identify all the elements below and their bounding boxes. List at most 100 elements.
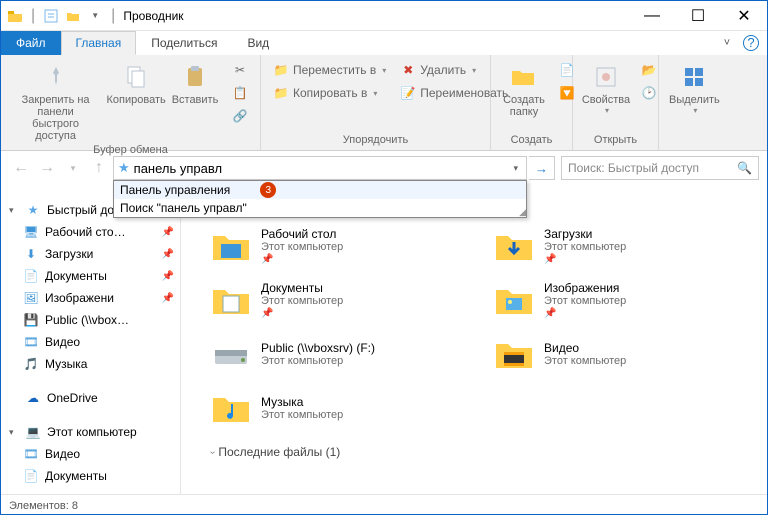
copy-icon — [120, 61, 152, 93]
search-placeholder: Поиск: Быстрый доступ — [568, 161, 699, 175]
address-input[interactable] — [134, 161, 510, 176]
maximize-button[interactable]: ☐ — [675, 1, 721, 31]
address-dropdown-icon[interactable]: ▾ — [509, 163, 522, 174]
onedrive-icon: ☁ — [25, 390, 41, 406]
status-text: Элементов: 8 — [9, 500, 78, 512]
pc-icon: 💻 — [25, 424, 41, 440]
titlebar: | ▼ | Проводник — ☐ ✕ — [1, 1, 767, 31]
pin-icon: 📌 — [162, 293, 174, 304]
netdrive-icon: 💾 — [23, 312, 39, 328]
cut-button[interactable]: ✂ — [226, 59, 254, 81]
video-icon: 🎞 — [23, 334, 39, 350]
pin-quickaccess-button[interactable]: Закрепить на панели быстрого доступа — [7, 59, 104, 144]
music-icon: 🎵 — [23, 356, 39, 372]
recent-files-header[interactable]: › Последние файлы (1) — [211, 445, 757, 459]
copy-button[interactable]: Копировать — [106, 59, 166, 144]
folder-grid: Рабочий столЭтот компьютер📌 ЗагрузкиЭтот… — [211, 221, 757, 433]
copyto-button[interactable]: 📁Копировать в▾ — [267, 82, 392, 104]
group-organize-label: Упорядочить — [267, 134, 484, 148]
ribbon-collapse-icon[interactable]: ˅ — [715, 31, 739, 55]
qat-properties-icon[interactable] — [41, 6, 61, 26]
select-icon — [678, 61, 710, 93]
qat-separator-2: | — [111, 7, 115, 25]
star-icon: ★ — [25, 202, 41, 218]
folder-item-netdrive[interactable]: Public (\\vboxsrv) (F:)Этот компьютер — [211, 329, 474, 379]
sidebar-pc-documents[interactable]: 📄Документы — [1, 465, 180, 487]
main: ▾ ★ Быстрый досту 🖥Рабочий сто…📌 ⬇Загруз… — [1, 185, 767, 494]
folder-item-desktop[interactable]: Рабочий столЭтот компьютер📌 — [211, 221, 474, 271]
sidebar-item-netdrive[interactable]: 💾Public (\\vbox… — [1, 309, 180, 331]
sidebar-onedrive[interactable]: ▸☁OneDrive — [1, 387, 180, 409]
folder-icon — [494, 226, 534, 266]
paste-shortcut-button[interactable]: 🔗 — [226, 105, 254, 127]
group-open-label: Открыть — [579, 134, 652, 148]
ribbon: Закрепить на панели быстрого доступа Коп… — [1, 55, 767, 151]
suggestion-item[interactable]: Панель управления 3 — [114, 181, 526, 199]
go-button[interactable]: → — [529, 156, 555, 180]
content-area: Рабочий столЭтот компьютер📌 ЗагрузкиЭтот… — [181, 185, 767, 494]
pin-icon — [40, 61, 72, 93]
sidebar-item-desktop[interactable]: 🖥Рабочий сто…📌 — [1, 221, 180, 243]
minimize-button[interactable]: — — [629, 1, 675, 31]
properties-icon — [590, 61, 622, 93]
folder-item-pictures[interactable]: ИзображенияЭтот компьютер📌 — [494, 275, 757, 325]
sidebar-item-pictures[interactable]: 🖼Изображени📌 — [1, 287, 180, 309]
rename-icon: 📝 — [400, 85, 416, 101]
explorer-icon — [5, 6, 25, 26]
quickaccess-glyph-icon: ★ — [118, 160, 130, 176]
folder-icon — [211, 226, 251, 266]
pin-icon: 📌 — [544, 254, 626, 265]
documents-icon: 📄 — [23, 468, 39, 484]
resize-grip-icon[interactable]: ◢ — [519, 207, 526, 218]
chevron-right-icon: › — [207, 450, 218, 453]
video-icon: 🎞 — [23, 446, 39, 462]
pin-icon: 📌 — [261, 254, 343, 265]
ribbon-tabs: Файл Главная Поделиться Вид ˅ ? — [1, 31, 767, 55]
open-icon: 📂 — [641, 62, 657, 78]
group-clipboard-label: Буфер обмена — [7, 144, 254, 156]
back-button[interactable]: ← — [9, 156, 33, 180]
close-button[interactable]: ✕ — [721, 1, 767, 31]
chevron-down-icon: ▾ — [9, 427, 19, 438]
folder-item-documents[interactable]: ДокументыЭтот компьютер📌 — [211, 275, 474, 325]
suggestion-item[interactable]: Поиск "панель управл" — [114, 199, 526, 217]
sidebar-item-downloads[interactable]: ⬇Загрузки📌 — [1, 243, 180, 265]
qat-newfolder-icon[interactable] — [63, 6, 83, 26]
downloads-icon: ⬇ — [23, 246, 39, 262]
shortcut-icon: 🔗 — [232, 108, 248, 124]
tab-home[interactable]: Главная — [61, 31, 137, 55]
folder-item-music[interactable]: МузыкаЭтот компьютер — [211, 383, 474, 433]
sidebar-item-video[interactable]: 🎞Видео — [1, 331, 180, 353]
folder-item-downloads[interactable]: ЗагрузкиЭтот компьютер📌 — [494, 221, 757, 271]
forward-button[interactable]: → — [35, 156, 59, 180]
up-button[interactable]: ↑ — [87, 156, 111, 180]
folder-item-video[interactable]: ВидеоЭтот компьютер — [494, 329, 757, 379]
select-button[interactable]: Выделить▾ — [665, 59, 724, 134]
qat-dropdown-icon[interactable]: ▼ — [85, 6, 105, 26]
moveto-icon: 📁 — [273, 62, 289, 78]
address-bar[interactable]: ★ ▾ Панель управления 3 Поиск "панель уп… — [113, 156, 527, 180]
scissors-icon: ✂ — [232, 62, 248, 78]
moveto-button[interactable]: 📁Переместить в▾ — [267, 59, 392, 81]
sidebar-item-music[interactable]: 🎵Музыка — [1, 353, 180, 375]
recent-locations-button[interactable]: ▾ — [61, 156, 85, 180]
pictures-icon: 🖼 — [23, 290, 39, 306]
folder-icon — [494, 334, 534, 374]
search-icon: 🔍 — [737, 161, 752, 175]
group-select-label — [665, 134, 761, 148]
chevron-down-icon: ▾ — [9, 205, 19, 216]
tab-share[interactable]: Поделиться — [136, 31, 232, 55]
tab-file[interactable]: Файл — [1, 31, 61, 55]
pin-icon: 📌 — [544, 308, 626, 319]
copypath-button[interactable]: 📋 — [226, 82, 254, 104]
sidebar-pc-video[interactable]: 🎞Видео — [1, 443, 180, 465]
newfolder-button[interactable]: Создать папку — [497, 59, 551, 134]
sidebar-item-documents[interactable]: 📄Документы📌 — [1, 265, 180, 287]
documents-icon: 📄 — [23, 268, 39, 284]
search-box[interactable]: Поиск: Быстрый доступ 🔍 — [561, 156, 759, 180]
help-icon[interactable]: ? — [743, 35, 759, 51]
tab-view[interactable]: Вид — [232, 31, 284, 55]
sidebar-thispc[interactable]: ▾💻Этот компьютер — [1, 421, 180, 443]
paste-button[interactable]: Вставить — [168, 59, 222, 144]
properties-button[interactable]: Свойства▾ — [579, 59, 633, 134]
